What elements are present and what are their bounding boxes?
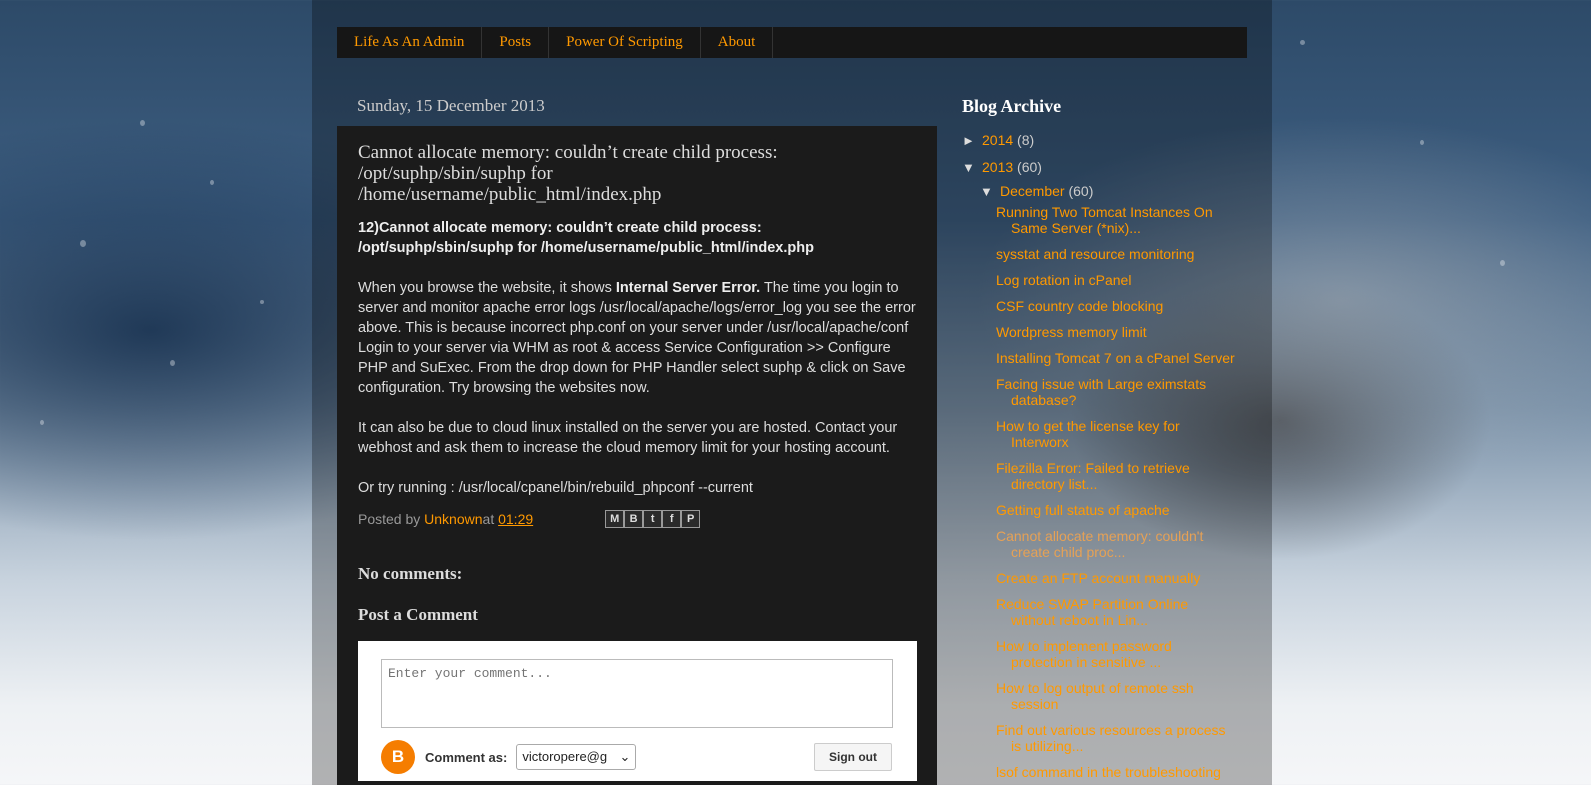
archive-post-link[interactable]: Filezilla Error: Failed to retrieve dire… [996, 460, 1236, 492]
post-emphasis: Internal Server Error. [615, 280, 761, 296]
archive-month-december: ▼ December (60) [962, 181, 1242, 202]
post-paragraph-1: When you browse the website, it shows In… [358, 278, 917, 338]
comment-as-row: B Comment as: victoropere@g ⌄ Sign out [381, 740, 894, 774]
tab-power-of-scripting[interactable]: Power Of Scripting [549, 27, 701, 58]
archive-post-link[interactable]: Reduce SWAP Partition Online without reb… [996, 596, 1236, 628]
sidebar-title: Blog Archive [962, 96, 1062, 116]
email-icon[interactable]: M [605, 510, 625, 528]
collapse-icon[interactable]: ▼ [980, 182, 1000, 202]
author-link[interactable]: Unknown [424, 511, 482, 527]
archive-post-link[interactable]: How to log output of remote ssh session [996, 680, 1236, 712]
archive-post-link[interactable]: How to implement password protection in … [996, 638, 1236, 670]
archive-post-link[interactable]: Getting full status of apache [996, 502, 1236, 518]
comment-as-label: Comment as: [425, 749, 508, 765]
archive-post-link[interactable]: Running Two Tomcat Instances On Same Ser… [996, 204, 1236, 236]
sidebar-blog-archive: Blog Archive ► 2014 (8) ▼ 2013 (60) ▼ Decem… [962, 96, 1242, 785]
post-paragraph-4: Or try running : /usr/local/cpanel/bin/r… [358, 480, 753, 496]
year-count: (60) [1017, 159, 1042, 175]
date-header: Sunday, 15 December 2013 [357, 96, 545, 115]
post-heading: 12)Cannot allocate memory: couldn’t crea… [358, 220, 814, 256]
collapse-icon[interactable]: ▼ [962, 155, 982, 181]
archive-posts-list: Running Two Tomcat Instances On Same Ser… [962, 204, 1242, 785]
archive-post-link[interactable]: lsof command in the troubleshooting purp… [996, 764, 1236, 785]
archive-year-2014: ► 2014 (8) [962, 127, 1242, 154]
year-link[interactable]: 2014 [982, 132, 1013, 148]
post-paragraph-2: Login to your server via WHM as root & a… [358, 340, 906, 396]
identity-select[interactable]: victoropere@g ⌄ [516, 744, 637, 770]
facebook-icon[interactable]: f [662, 510, 682, 528]
share-buttons: M B t f P [605, 510, 701, 528]
twitter-icon[interactable]: t [643, 510, 663, 528]
post-footer: Posted by Unknown at 01:29 M B t f P [358, 510, 917, 528]
tab-posts[interactable]: Posts [482, 27, 550, 58]
archive-post-link[interactable]: Find out various resources a process is … [996, 722, 1236, 754]
identity-value: victoropere@g [522, 749, 608, 764]
archive-post-link[interactable]: Create an FTP account manually [996, 570, 1236, 586]
post-text: When you browse the website, it shows [358, 280, 616, 296]
year-count: (8) [1017, 132, 1035, 148]
post-paragraph-3: It can also be due to cloud linux instal… [358, 420, 898, 456]
comment-form: B Comment as: victoropere@g ⌄ Sign out [358, 641, 917, 781]
post-title: Cannot allocate memory: couldn’t create … [358, 142, 778, 205]
archive-post-current[interactable]: Cannot allocate memory: couldn't create … [996, 528, 1236, 560]
archive-year-2013: ▼ 2013 (60) [962, 154, 1242, 181]
comments-heading: No comments: [358, 564, 463, 583]
archive-post-link[interactable]: Installing Tomcat 7 on a cPanel Server [996, 350, 1236, 366]
post-body: 12)Cannot allocate memory: couldn’t crea… [358, 218, 917, 498]
archive-post-link[interactable]: sysstat and resource monitoring [996, 246, 1236, 262]
archive-post-link[interactable]: CSF country code blocking [996, 298, 1236, 314]
timestamp-link[interactable]: 01:29 [498, 511, 533, 527]
archive-post-link[interactable]: How to get the license key for Interworx [996, 418, 1236, 450]
month-link[interactable]: December [1000, 183, 1065, 199]
nav-tabs: Life As An Admin Posts Power Of Scriptin… [337, 27, 1247, 58]
month-count: (60) [1068, 183, 1094, 199]
blogthis-icon[interactable]: B [624, 510, 644, 528]
sign-out-button[interactable]: Sign out [814, 743, 892, 771]
post-comment-heading: Post a Comment [358, 605, 478, 624]
posted-by-label: Posted by [358, 511, 421, 527]
tab-life-as-an-admin[interactable]: Life As An Admin [337, 27, 483, 58]
year-link[interactable]: 2013 [982, 159, 1013, 175]
post: Cannot allocate memory: couldn’t create … [337, 126, 937, 785]
at-label: at [482, 511, 495, 527]
archive-post-link[interactable]: Log rotation in cPanel [996, 272, 1236, 288]
tab-about[interactable]: About [701, 27, 774, 58]
pinterest-icon[interactable]: P [681, 510, 701, 528]
chevron-down-icon: ⌄ [619, 749, 631, 764]
blogger-icon: B [381, 740, 415, 774]
expand-icon[interactable]: ► [962, 128, 982, 154]
comment-input[interactable] [381, 659, 893, 728]
archive-post-link[interactable]: Facing issue with Large eximstats databa… [996, 376, 1236, 408]
archive-post-link[interactable]: Wordpress memory limit [996, 324, 1236, 340]
